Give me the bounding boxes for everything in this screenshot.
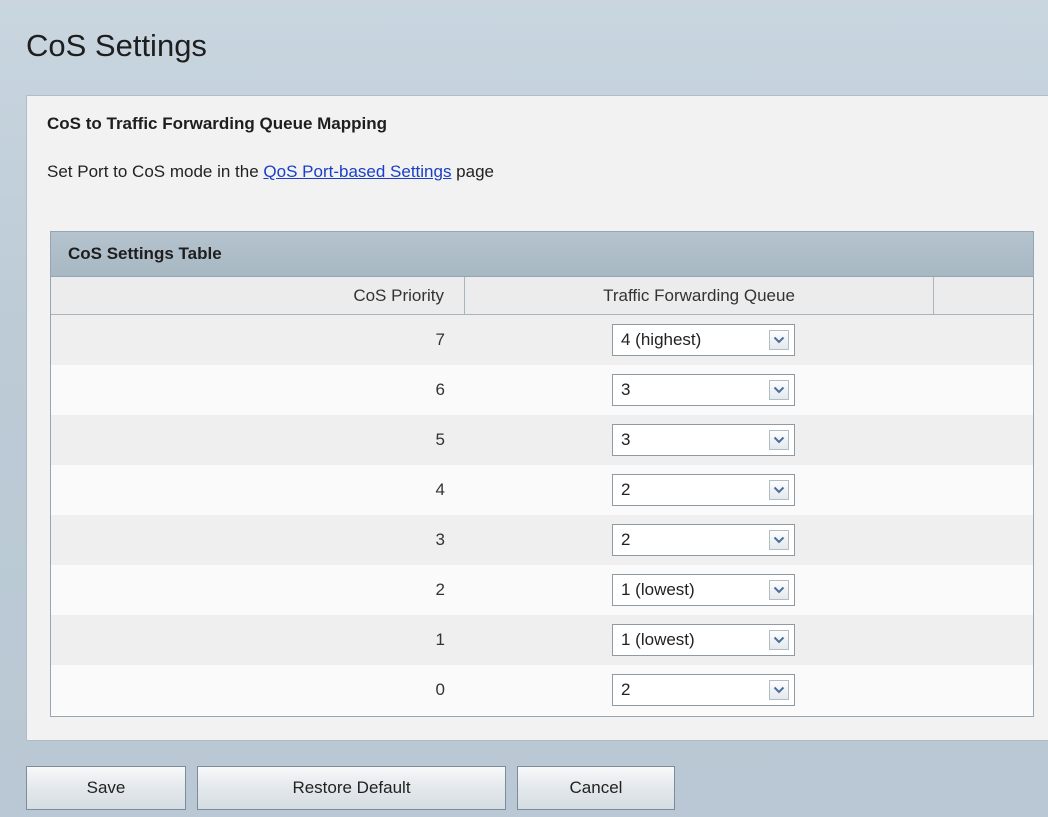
cos-priority-cell: 4	[435, 480, 445, 499]
hint-suffix: page	[451, 162, 494, 181]
save-button[interactable]: Save	[26, 766, 186, 810]
restore-default-button[interactable]: Restore Default	[197, 766, 506, 810]
cancel-button[interactable]: Cancel	[517, 766, 675, 810]
queue-select-value: 1 (lowest)	[621, 630, 695, 649]
queue-select[interactable]: 2	[612, 674, 795, 706]
cos-priority-cell: 6	[435, 380, 445, 399]
cos-mapping-panel: CoS to Traffic Forwarding Queue Mapping …	[26, 95, 1048, 741]
qos-port-based-settings-link[interactable]: QoS Port-based Settings	[263, 162, 451, 181]
table-row: 2 1 (lowest)	[51, 565, 1033, 615]
queue-select-value: 2	[621, 530, 631, 549]
queue-select[interactable]: 3	[612, 374, 795, 406]
cos-priority-cell: 3	[435, 530, 445, 549]
cos-priority-cell: 5	[435, 430, 445, 449]
table-row: 63	[51, 365, 1033, 415]
queue-cell: 2	[465, 674, 934, 706]
queue-select[interactable]: 4 (highest)	[612, 324, 795, 356]
table-body: 74 (highest) 6 3 5 3 4 2 3 2 2 1 (lowest) 1 1 (lowes…	[51, 315, 1033, 715]
queue-select-value: 2	[621, 480, 631, 499]
queue-select[interactable]: 1 (lowest)	[612, 624, 795, 656]
table-row: 53	[51, 415, 1033, 465]
chevron-down-icon[interactable]	[769, 480, 789, 500]
table-row: 32	[51, 515, 1033, 565]
cos-priority-cell: 0	[435, 680, 445, 699]
chevron-down-icon[interactable]	[769, 380, 789, 400]
table-row: 7 4 (highest)	[51, 315, 1033, 365]
queue-select[interactable]: 3	[612, 424, 795, 456]
table-header-row: CoS Priority Traffic Forwarding Queue	[51, 277, 1033, 315]
column-header-spacer	[934, 277, 1033, 314]
queue-select-value: 3	[621, 430, 631, 449]
table-row: 02	[51, 665, 1033, 715]
table-caption: CoS Settings Table	[51, 232, 1033, 277]
chevron-down-icon[interactable]	[769, 330, 789, 350]
queue-select[interactable]: 2	[612, 474, 795, 506]
table-row: 42	[51, 465, 1033, 515]
cos-priority-cell: 7	[435, 330, 445, 349]
queue-select-value: 2	[621, 680, 631, 699]
queue-cell: 2	[465, 474, 934, 506]
cos-priority-cell: 2	[435, 580, 445, 599]
column-header-cos-priority: CoS Priority	[51, 277, 465, 314]
column-header-traffic-forwarding-queue: Traffic Forwarding Queue	[465, 277, 934, 314]
queue-cell: 4 (highest)	[465, 324, 934, 356]
queue-select-value: 4 (highest)	[621, 330, 702, 349]
chevron-down-icon[interactable]	[769, 530, 789, 550]
cos-settings-table: CoS Settings Table CoS Priority Traffic …	[50, 231, 1034, 717]
queue-select[interactable]: 2	[612, 524, 795, 556]
queue-select-value: 1 (lowest)	[621, 580, 695, 599]
chevron-down-icon[interactable]	[769, 580, 789, 600]
section-heading: CoS to Traffic Forwarding Queue Mapping	[47, 114, 388, 133]
table-row: 1 1 (lowest)	[51, 615, 1033, 665]
queue-cell: 2	[465, 524, 934, 556]
queue-select[interactable]: 1 (lowest)	[612, 574, 795, 606]
queue-cell: 3	[465, 424, 934, 456]
queue-cell: 1 (lowest)	[465, 574, 934, 606]
page-title: CoS Settings	[26, 28, 207, 63]
port-mode-hint: Set Port to CoS mode in the QoS Port-bas…	[47, 162, 494, 182]
cos-priority-cell: 1	[435, 630, 445, 649]
chevron-down-icon[interactable]	[769, 630, 789, 650]
chevron-down-icon[interactable]	[769, 680, 789, 700]
queue-cell: 3	[465, 374, 934, 406]
chevron-down-icon[interactable]	[769, 430, 789, 450]
hint-prefix: Set Port to CoS mode in the	[47, 162, 264, 181]
queue-select-value: 3	[621, 380, 631, 399]
queue-cell: 1 (lowest)	[465, 624, 934, 656]
